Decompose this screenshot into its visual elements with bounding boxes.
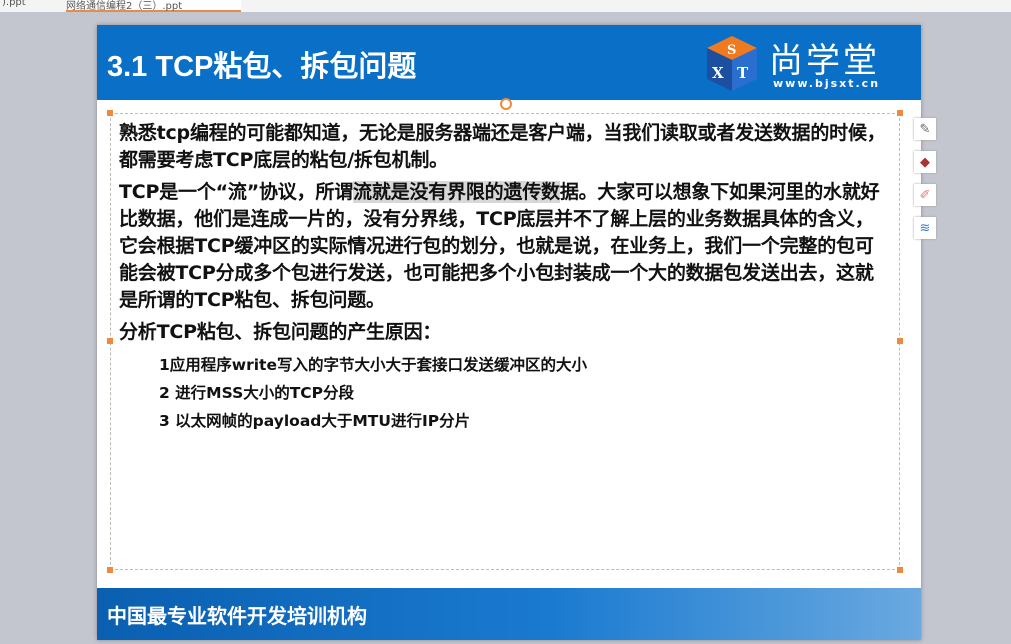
pen-icon[interactable]: ✐ [914, 184, 936, 206]
tab-active[interactable]: 网络通信编程2（三）.ppt [66, 0, 241, 12]
resize-handle[interactable] [107, 567, 113, 573]
resize-handle[interactable] [107, 110, 113, 116]
highlighted-text: 流就是没有界限的遗传数 [353, 181, 560, 203]
slide: 3.1 TCP粘包、拆包问题 S X T 尚学堂 www.bjsxt.cn 熟悉… [97, 25, 921, 640]
svg-text:S: S [727, 43, 736, 58]
text: TCP是一个“流”协议，所谓 [119, 181, 354, 203]
slide-header: 3.1 TCP粘包、拆包问题 S X T 尚学堂 www.bjsxt.cn [97, 25, 921, 100]
logo-brand: 尚学堂 [769, 41, 880, 81]
side-toolbar: ✎ ◆ ✐ ≋ [914, 118, 936, 250]
layers-icon[interactable]: ≋ [914, 217, 936, 239]
resize-handle[interactable] [107, 338, 113, 344]
paragraph: 分析TCP粘包、拆包问题的产生原因： [119, 321, 442, 343]
list-item: 2 进行MSS大小的TCP分段 [159, 384, 355, 402]
resize-handle[interactable] [897, 567, 903, 573]
slide-title: 3.1 TCP粘包、拆包问题 [107, 51, 417, 83]
slide-content: 熟悉tcp编程的可能都知道，无论是服务器端还是客户端，当我们读取或者发送数据的时… [119, 120, 889, 435]
resize-handle[interactable] [897, 110, 903, 116]
paragraph: 熟悉tcp编程的可能都知道，无论是服务器端还是客户端，当我们读取或者发送数据的时… [119, 122, 886, 171]
footer-text: 中国最专业软件开发培训机构 [107, 604, 367, 628]
list-item: 1应用程序write写入的字节大小大于套接口发送缓冲区的大小 [159, 356, 587, 374]
ink-icon[interactable]: ◆ [914, 151, 936, 173]
svg-text:X: X [712, 64, 724, 82]
resize-handle[interactable] [897, 338, 903, 344]
tab-bar: ).ppt 网络通信编程2（三）.ppt [0, 0, 1011, 12]
logo: S X T 尚学堂 www.bjsxt.cn [707, 31, 907, 95]
svg-text:T: T [737, 64, 749, 82]
logo-url: www.bjsxt.cn [773, 77, 881, 90]
slide-footer: 中国最专业软件开发培训机构 [97, 588, 921, 640]
paragraph: TCP是一个“流”协议，所谓流就是没有界限的遗传数据。大家可以想象下如果河里的水… [119, 179, 889, 314]
list-item: 3 以太网帧的payload大于MTU进行IP分片 [159, 412, 471, 430]
edit-icon[interactable]: ✎ [914, 118, 936, 140]
logo-cube-icon: S X T [707, 36, 757, 91]
tab[interactable]: ).ppt [2, 0, 26, 10]
rotate-handle[interactable] [500, 98, 512, 110]
